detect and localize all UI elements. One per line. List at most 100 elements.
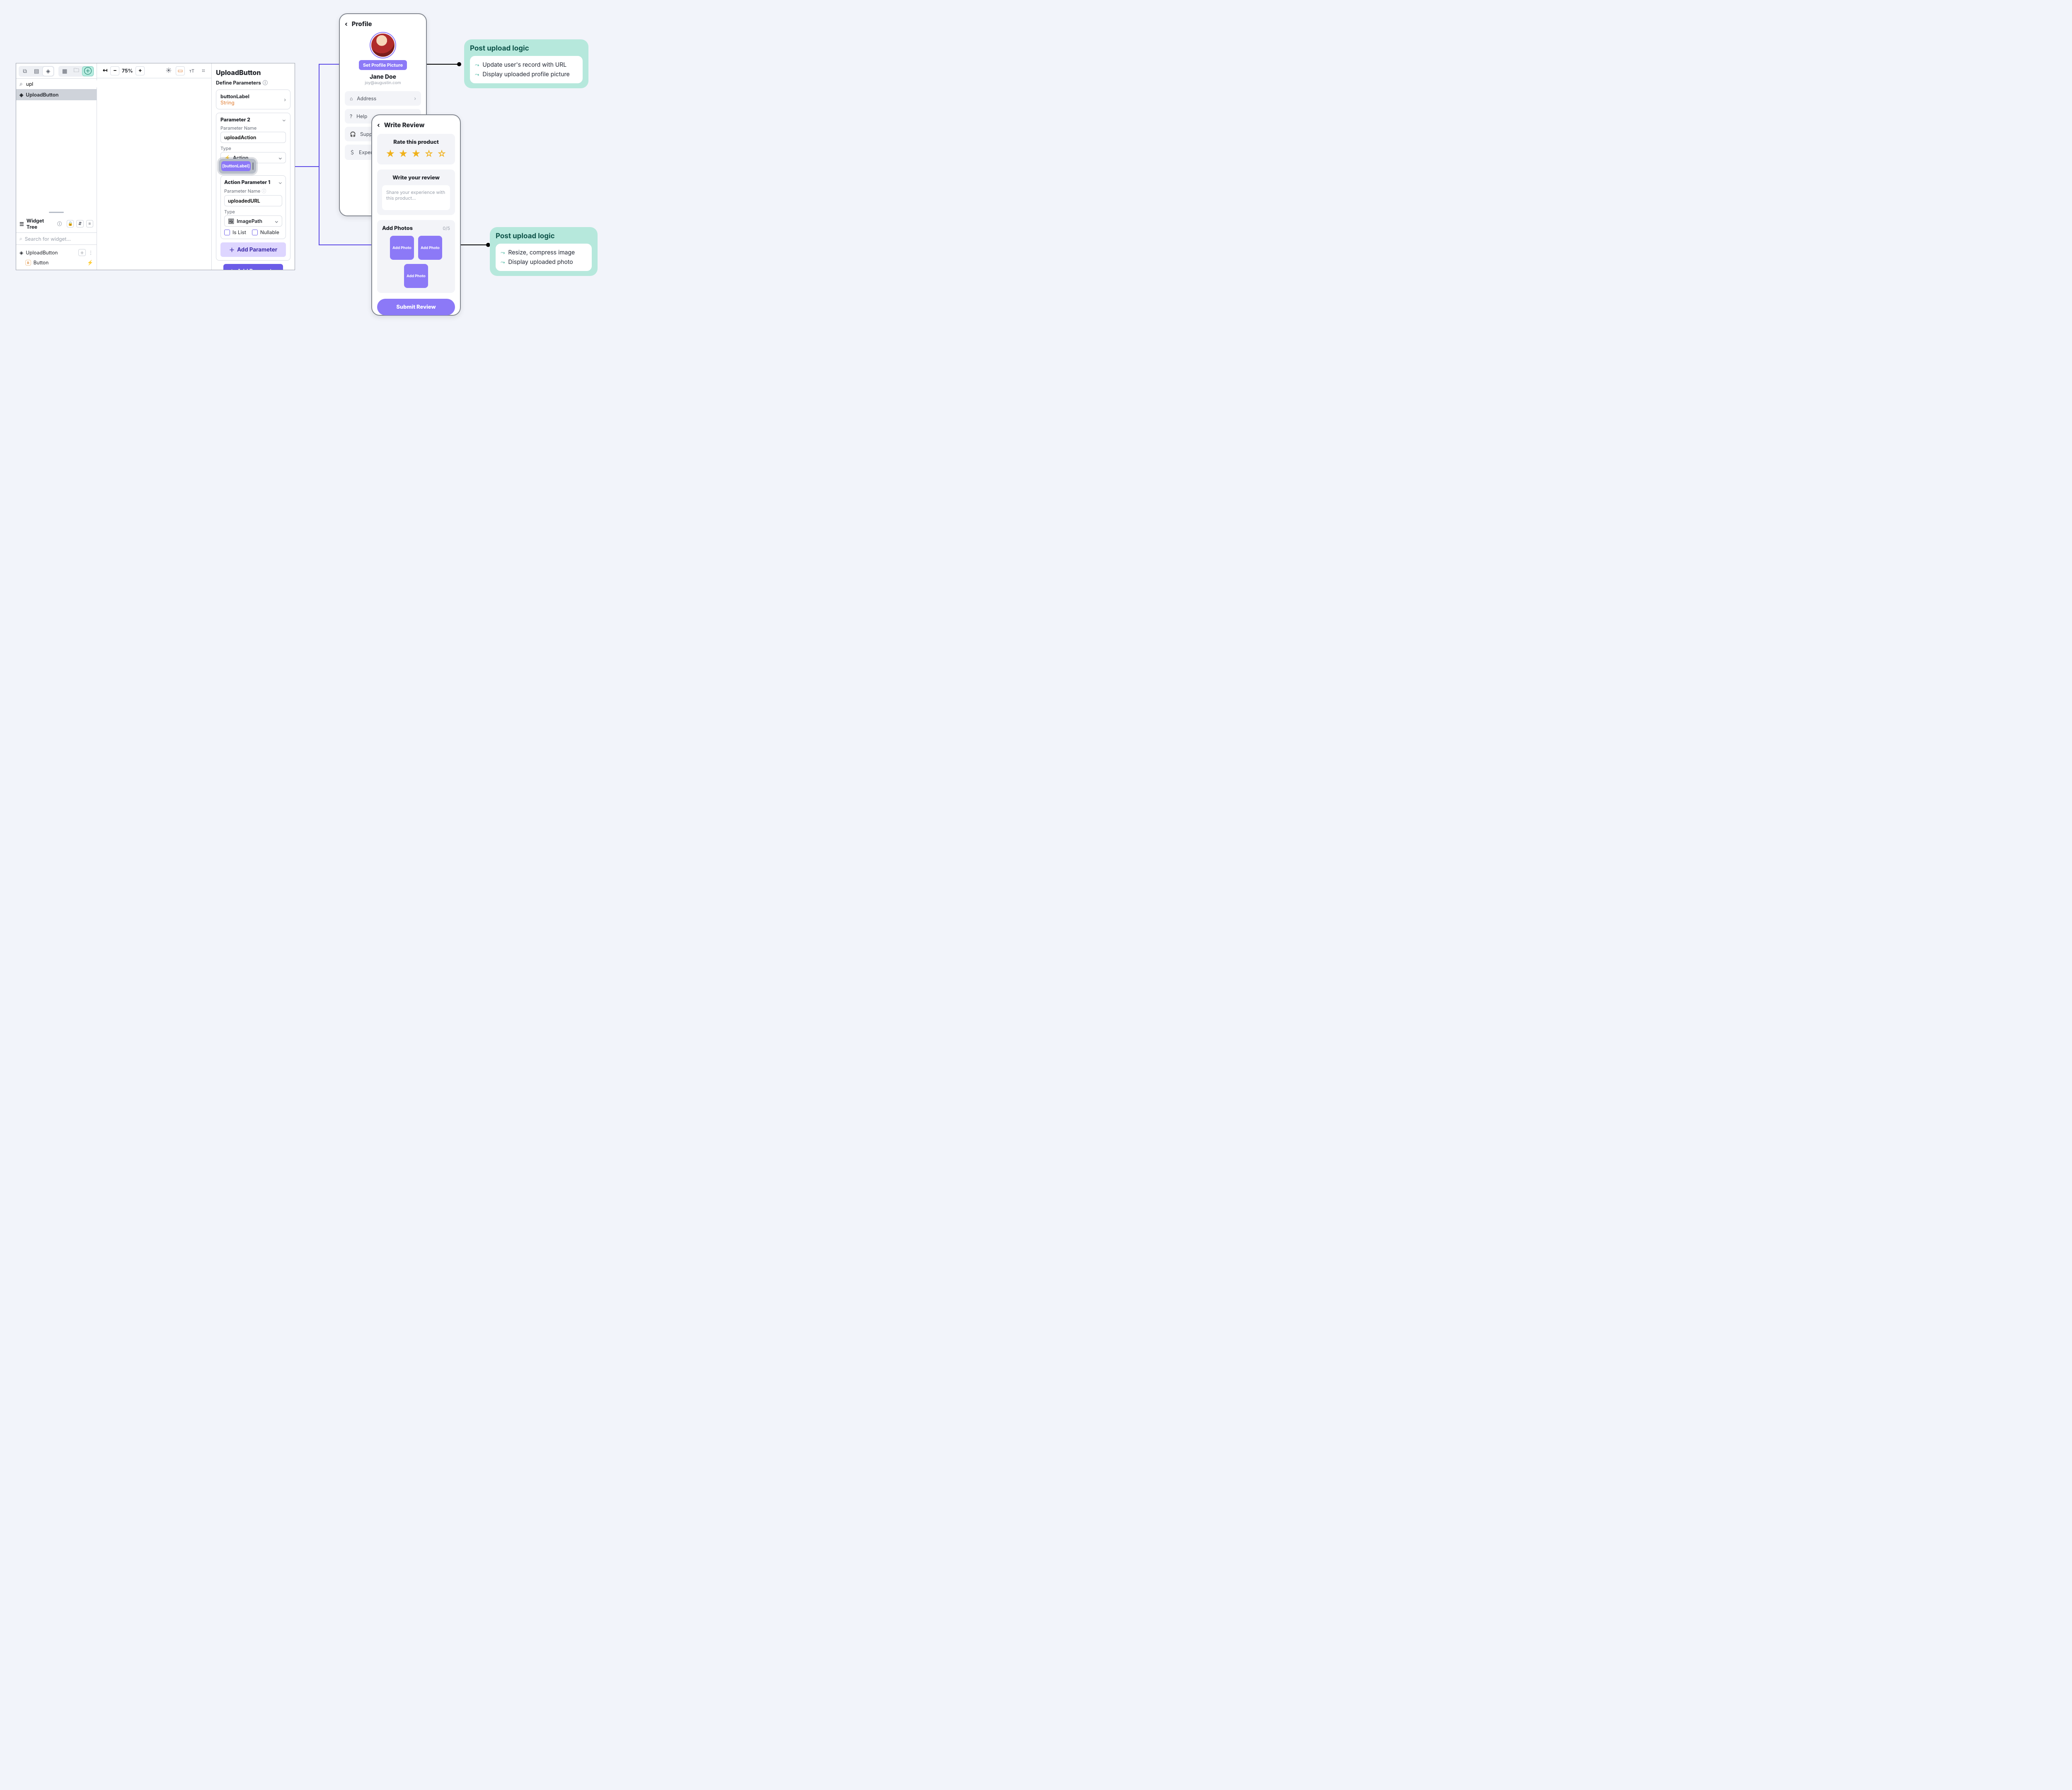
menu-item-address[interactable]: ⌂ Address › bbox=[345, 91, 421, 106]
panel-title: UploadButton bbox=[216, 68, 290, 77]
back-icon[interactable]: ‹ bbox=[377, 121, 380, 129]
param-card-1[interactable]: buttonLabel String › bbox=[216, 90, 290, 109]
tree-row-root[interactable]: ◈ UploadButton ＋ ⋮ bbox=[19, 247, 94, 258]
rate-title: Rate this product bbox=[382, 139, 450, 145]
btn-label: Add Parameter bbox=[237, 247, 277, 253]
photos-card: Add Photos 0/5 Add Photo Add Photo Add P… bbox=[377, 220, 455, 293]
info-icon[interactable]: ⓘ bbox=[261, 188, 266, 194]
align-left-icon[interactable]: ↤ bbox=[100, 66, 109, 75]
param-name-label: Parameter Name bbox=[220, 125, 286, 131]
chevron-down-icon: ⌄ bbox=[278, 179, 282, 185]
search-input[interactable] bbox=[25, 80, 107, 87]
add-action-param-button[interactable]: ＋ Add Parameter bbox=[220, 242, 286, 257]
zoom-out-button[interactable]: − bbox=[110, 66, 119, 75]
param2-header[interactable]: Parameter 2 ⌄ bbox=[220, 116, 286, 123]
pages-icon[interactable]: ▤ bbox=[31, 67, 42, 76]
lock-icon[interactable]: 🔒 bbox=[67, 220, 74, 227]
zoom-in-button[interactable]: + bbox=[136, 66, 145, 75]
folder-icon[interactable]: 🗀 bbox=[71, 67, 82, 76]
write-title: Write your review bbox=[382, 174, 450, 181]
submit-review-button[interactable]: Submit Review bbox=[377, 299, 455, 315]
rate-card: Rate this product ★ ★ ★ ☆ ☆ bbox=[377, 134, 455, 164]
money-icon: ＄ bbox=[350, 149, 355, 156]
info-icon[interactable]: ⓘ bbox=[263, 79, 268, 86]
islist-checkbox[interactable]: Is List bbox=[224, 229, 246, 235]
menu-label: Help bbox=[356, 113, 367, 119]
action-param-card: Action Parameter 1 ⌄ Parameter Name ⓘ Ty… bbox=[220, 175, 286, 239]
set-profile-picture-button[interactable]: Set Profile Picture bbox=[359, 60, 407, 70]
phone-review: ‹ Write Review Rate this product ★ ★ ★ ☆… bbox=[371, 114, 461, 316]
tree-row-label: UploadButton bbox=[26, 249, 76, 256]
device-icon[interactable]: ▭ bbox=[176, 66, 185, 75]
star-icon[interactable]: ★ bbox=[386, 149, 395, 160]
add-photo-button[interactable]: Add Photo bbox=[418, 236, 442, 260]
widget-tree-search[interactable]: ⌕ Search for widget... bbox=[16, 233, 97, 245]
ap-name-input[interactable] bbox=[224, 195, 282, 206]
islist-label: Is List bbox=[232, 229, 246, 235]
callout-line: Update user's record with URL bbox=[482, 61, 566, 68]
sort-icon[interactable]: ≡ bbox=[86, 220, 93, 227]
nullable-checkbox[interactable]: Nullable bbox=[252, 229, 279, 235]
structure-icon[interactable]: ⌗ bbox=[199, 66, 208, 75]
photos-count: 0/5 bbox=[443, 225, 450, 231]
ap-name-label: Parameter Name bbox=[224, 188, 260, 194]
more-icon[interactable]: ⋮ bbox=[88, 249, 93, 256]
splitter-handle[interactable] bbox=[16, 211, 97, 213]
param1-type: String bbox=[220, 99, 284, 106]
add-photo-button[interactable]: Add Photo bbox=[390, 236, 414, 260]
star-rating[interactable]: ★ ★ ★ ☆ ☆ bbox=[382, 149, 450, 160]
chevron-right-icon: › bbox=[414, 95, 416, 102]
btn-label: Add Parameter bbox=[237, 268, 277, 270]
components-icon[interactable]: ◈ bbox=[43, 67, 53, 76]
theme-icon[interactable]: ☀ bbox=[164, 66, 173, 75]
canvas-toolbar: ↤ − 75% + ☀ ▭ тT ⌗ bbox=[97, 63, 211, 78]
review-textarea[interactable]: Share your experience with this product.… bbox=[382, 185, 450, 210]
screen-title: Write Review bbox=[384, 121, 425, 129]
star-icon[interactable]: ★ bbox=[411, 149, 421, 160]
search-icon: ⌕ bbox=[19, 235, 22, 242]
info-icon[interactable]: ⓘ bbox=[57, 220, 62, 227]
zoom-label: 75% bbox=[120, 68, 135, 74]
callout-profile: Post upload logic ⤳Update user's record … bbox=[464, 39, 588, 88]
chevron-down-icon: ⌄ bbox=[282, 116, 286, 123]
tree-row-label: Button bbox=[34, 259, 85, 266]
star-icon[interactable]: ☆ bbox=[424, 149, 434, 160]
chevron-right-icon: › bbox=[284, 97, 286, 103]
screen-title: Profile bbox=[352, 20, 372, 28]
diamond-icon: ◈ bbox=[19, 249, 23, 256]
search-result[interactable]: ◈ UploadButton bbox=[16, 89, 97, 100]
layers-icon[interactable]: ⧉ bbox=[19, 67, 30, 76]
text-style-icon[interactable]: тT bbox=[187, 66, 196, 75]
resize-handle[interactable] bbox=[252, 162, 254, 170]
param-name-input[interactable] bbox=[220, 132, 286, 143]
plus-icon: ＋ bbox=[229, 267, 235, 270]
tree-icon: ☰ bbox=[19, 221, 24, 227]
add-component-icon[interactable]: ⊕ bbox=[82, 67, 93, 76]
grid-icon[interactable]: ▦ bbox=[59, 67, 70, 76]
search-icon: ⌕ bbox=[19, 80, 23, 87]
widget-tree-title: Widget Tree bbox=[27, 218, 55, 230]
callout-review: Post upload logic ⤳Resize, compress imag… bbox=[490, 227, 598, 276]
callout-line: Display uploaded photo bbox=[508, 259, 573, 266]
widget-preview[interactable]: [buttonLabel] bbox=[219, 159, 256, 174]
menu-label: Address bbox=[357, 95, 376, 102]
star-icon[interactable]: ☆ bbox=[437, 149, 447, 160]
tree-row-child[interactable]: ʙ Button ⚡ bbox=[19, 258, 94, 267]
collapse-icon[interactable]: ⇵ bbox=[76, 220, 83, 227]
image-icon: 🖼 bbox=[228, 218, 234, 224]
ap-type-select[interactable]: 🖼 ImagePath ⌄ bbox=[224, 215, 282, 227]
widget-tree-search-placeholder: Search for widget... bbox=[25, 236, 71, 242]
param1-name: buttonLabel bbox=[220, 93, 284, 99]
ap-type-value: ImagePath bbox=[237, 218, 262, 224]
photos-title: Add Photos bbox=[382, 225, 413, 232]
back-icon[interactable]: ‹ bbox=[345, 20, 348, 28]
action-param-header[interactable]: Action Parameter 1 ⌄ bbox=[224, 179, 282, 185]
star-icon[interactable]: ★ bbox=[399, 149, 408, 160]
write-card: Write your review Share your experience … bbox=[377, 169, 455, 215]
param-card-2: Parameter 2 ⌄ Parameter Name Type ⚡ Acti… bbox=[216, 113, 290, 261]
editor-window: ⧉ ▤ ◈ ▦ 🗀 ⊕ ⌕ ✕ ◈ UploadButton bbox=[16, 63, 295, 270]
add-child-icon[interactable]: ＋ bbox=[78, 249, 86, 256]
add-parameter-button[interactable]: ＋ Add Parameter bbox=[223, 264, 283, 270]
add-photo-button[interactable]: Add Photo bbox=[404, 264, 428, 288]
profile-name: Jane Doe bbox=[345, 73, 421, 80]
